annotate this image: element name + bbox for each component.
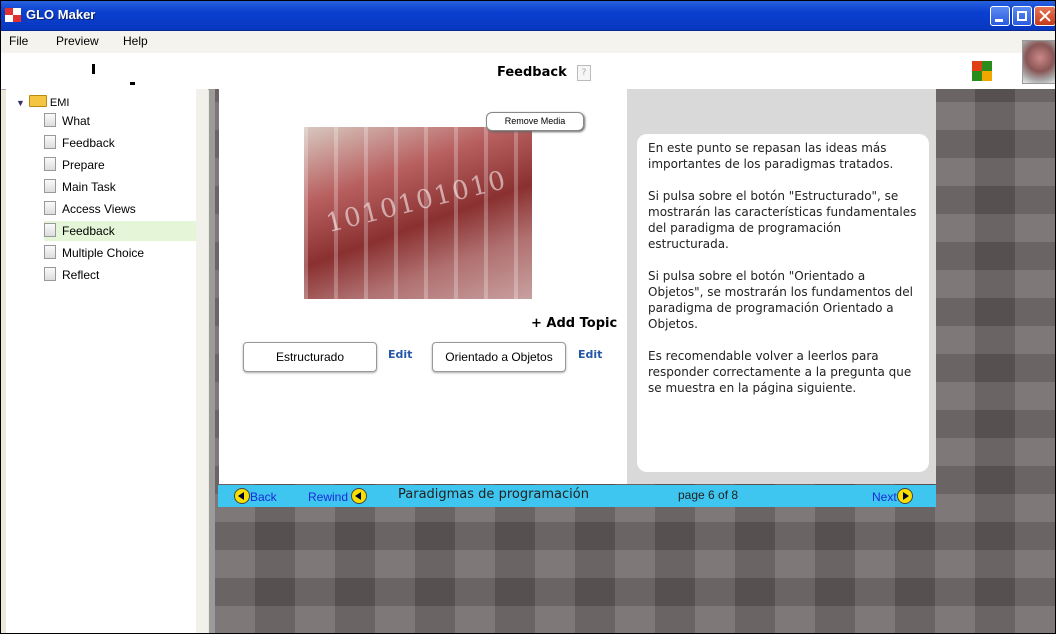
splitter-bar[interactable] (196, 89, 208, 634)
rewind-arrow-icon (351, 488, 368, 504)
edit-orientado-link[interactable]: Edit (578, 348, 602, 361)
splitter-marker (130, 82, 135, 85)
back-arrow-icon (234, 488, 250, 504)
rewind-button[interactable]: Rewind (308, 488, 368, 504)
expand-arrow-icon[interactable]: ▼ (16, 98, 25, 108)
tree-item-label: Multiple Choice (62, 246, 145, 260)
description-paragraph: Si pulsa sobre el botón "Orientado a Obj… (648, 269, 913, 331)
tree-item-feedback-selected[interactable]: Feedback (44, 221, 201, 241)
edit-estructurado-link[interactable]: Edit (388, 348, 412, 361)
help-icon[interactable]: ? (577, 65, 591, 81)
add-topic-button[interactable]: + Add Topic (531, 316, 617, 331)
sidebar-tree: ▼ EMI What Feedback Prepare Main Task Acc… (6, 89, 201, 634)
tree-item-label: Access Views (62, 202, 136, 216)
description-paragraph: Si pulsa sobre el botón "Estructurado", … (648, 189, 917, 251)
tree-item-label: Feedback (62, 136, 115, 150)
page-icon (44, 157, 56, 171)
description-text: En este punto se repasan las ideas más i… (648, 140, 920, 412)
tree-root[interactable]: ▼ EMI (16, 95, 69, 109)
close-icon[interactable] (1034, 6, 1056, 26)
next-arrow-icon (896, 488, 913, 504)
menu-bar: File Preview Help (0, 31, 1056, 53)
page-icon (44, 113, 56, 127)
menu-help[interactable]: Help (123, 34, 148, 48)
tree-item-multiple-choice[interactable]: Multiple Choice (44, 243, 201, 263)
back-label: Back (250, 490, 277, 504)
tree-root-label: EMI (49, 97, 70, 109)
topic-button-estructurado[interactable]: Estructurado (243, 342, 377, 372)
minimize-icon[interactable] (990, 6, 1010, 26)
color-theme-icon[interactable] (972, 61, 992, 81)
tree-item-reflect[interactable]: Reflect (44, 265, 201, 285)
app-logo-icon (5, 8, 21, 22)
page-title: Feedback (497, 65, 567, 80)
media-image-text: 1010101010 (323, 165, 511, 239)
next-button[interactable]: Next (872, 488, 913, 504)
avatar (1022, 40, 1056, 84)
tree-item-main-task[interactable]: Main Task (44, 177, 201, 197)
menu-file[interactable]: File (9, 34, 28, 48)
tree-item-label: Main Task (62, 180, 116, 194)
page-header: Feedback ? (0, 53, 1056, 90)
navigation-bar: Back Rewind Paradigmas de programación p… (218, 485, 936, 507)
folder-icon (28, 95, 47, 107)
rewind-label: Rewind (308, 490, 349, 504)
page-icon (44, 223, 56, 237)
tree-item-prepare[interactable]: Prepare (44, 155, 201, 175)
description-card: En este punto se repasan las ideas más i… (637, 134, 929, 472)
page-indicator: page 6 of 8 (678, 488, 739, 502)
splitter-handle[interactable] (92, 64, 95, 74)
maximize-icon[interactable] (1012, 6, 1032, 26)
course-title: Paradigmas de programación (398, 487, 589, 502)
topic-button-orientado[interactable]: Orientado a Objetos (432, 342, 566, 372)
tree-item-feedback[interactable]: Feedback (44, 133, 201, 153)
page-icon (44, 135, 56, 149)
remove-media-button[interactable]: Remove Media (486, 112, 584, 131)
description-paragraph: En este punto se repasan las ideas más i… (648, 141, 894, 171)
tree-item-label: Feedback (62, 224, 115, 238)
page-icon (44, 201, 56, 215)
title-bar: GLO Maker (0, 0, 1056, 31)
menu-preview[interactable]: Preview (56, 34, 99, 48)
window-title: GLO Maker (26, 7, 96, 22)
tree-item-label: Reflect (62, 268, 100, 282)
description-paragraph: Es recomendable volver a leerlos para re… (648, 349, 912, 395)
page-icon (44, 179, 56, 193)
tree-item-label: Prepare (62, 158, 105, 172)
next-label: Next (872, 490, 897, 504)
tree-item-label: What (62, 114, 91, 128)
back-button[interactable]: Back (234, 488, 277, 504)
tree-item-access-views[interactable]: Access Views (44, 199, 201, 219)
media-image: 1010101010 (304, 127, 532, 299)
tree-item-what[interactable]: What (44, 111, 201, 131)
page-icon (44, 245, 56, 259)
page-icon (44, 267, 56, 281)
